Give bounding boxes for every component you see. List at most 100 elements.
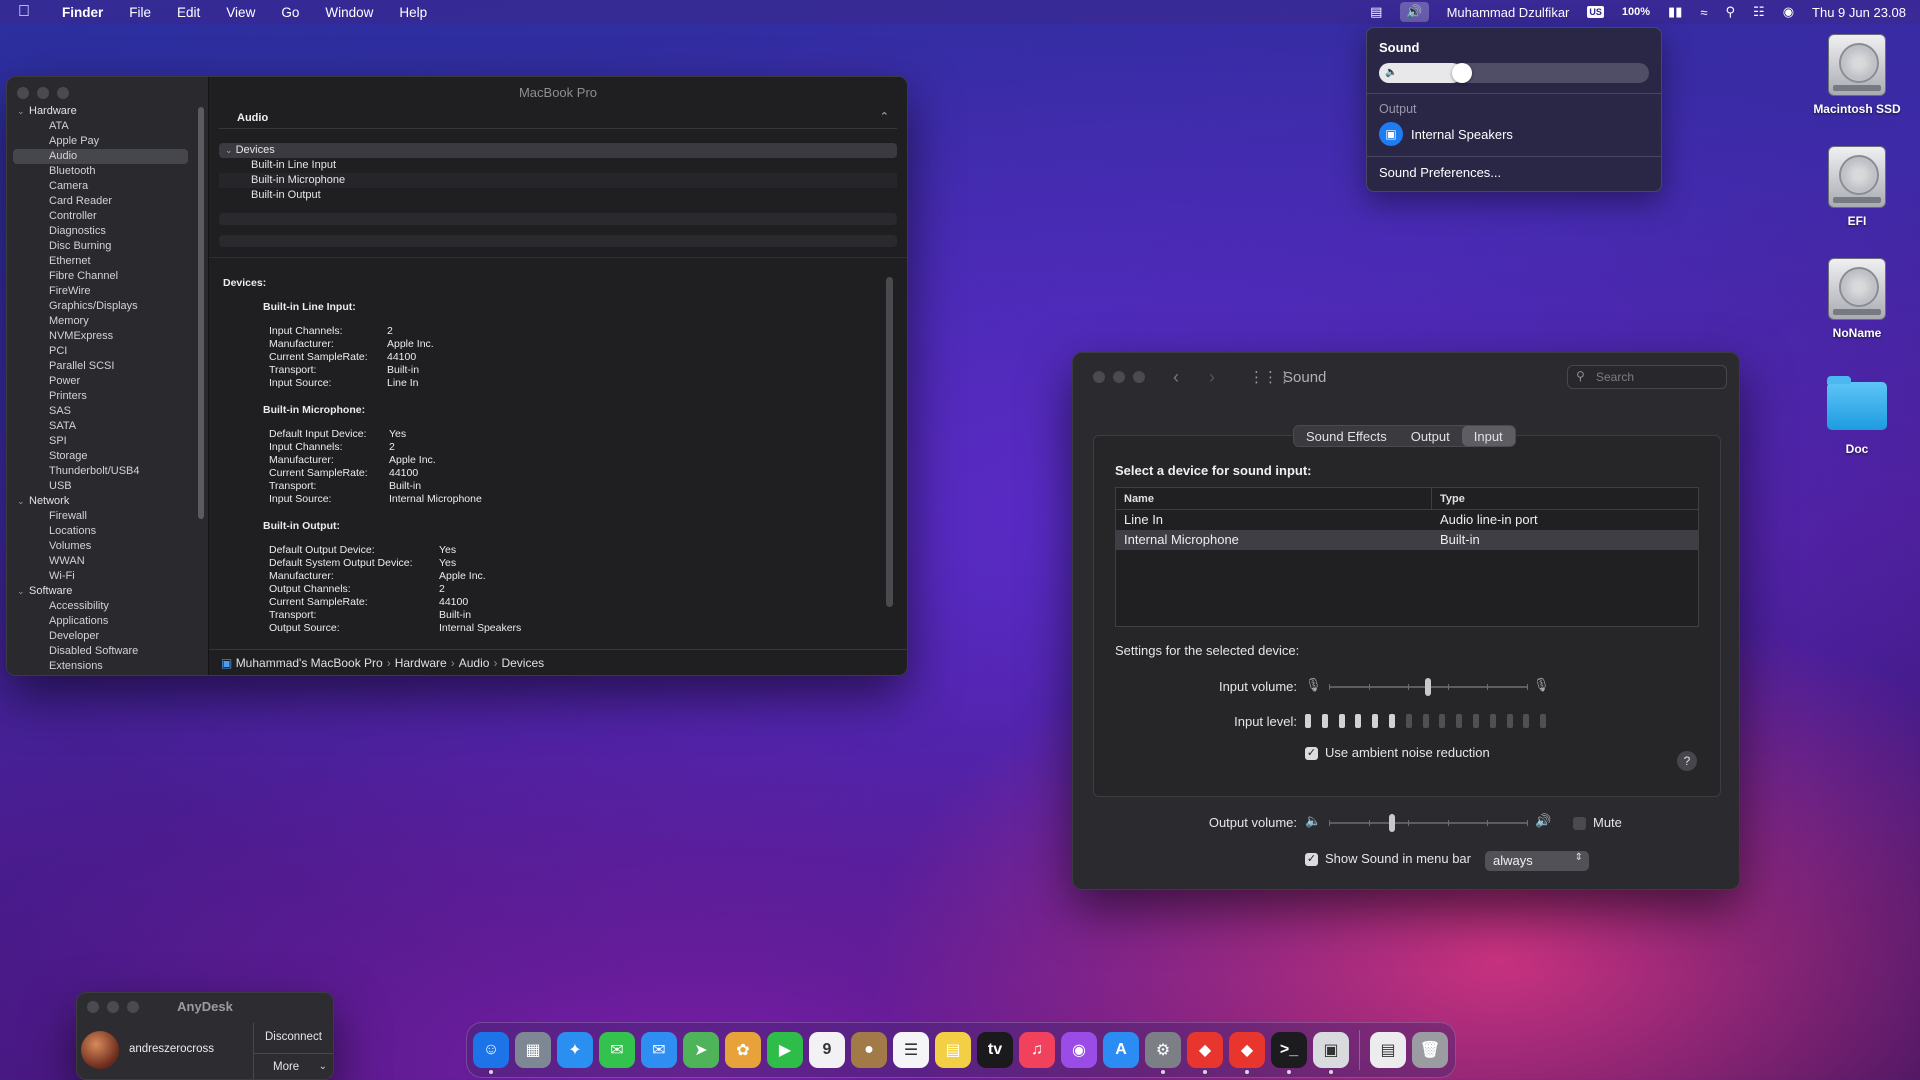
sidebar-item-usb[interactable]: USB (7, 479, 194, 494)
podcasts-icon[interactable]: ◉ (1061, 1032, 1097, 1068)
sidebar-item-disabled-software[interactable]: Disabled Software (7, 644, 194, 659)
sidebar-item-bluetooth[interactable]: Bluetooth (7, 164, 194, 179)
close-button[interactable] (17, 87, 29, 99)
menubar-visibility-select[interactable]: always ⇕ (1485, 851, 1589, 871)
sidebar-item-sas[interactable]: SAS (7, 404, 194, 419)
sidebar-item-pci[interactable]: PCI (7, 344, 194, 359)
mute-checkbox[interactable] (1573, 817, 1586, 830)
chevron-down-icon[interactable]: ⌄ (17, 104, 29, 119)
photos-icon[interactable]: ✿ (725, 1032, 761, 1068)
sidebar-item-apple-pay[interactable]: Apple Pay (7, 134, 194, 149)
contacts-icon[interactable]: ● (851, 1032, 887, 1068)
sidebar-item-audio[interactable]: Audio (13, 149, 188, 164)
facetime-icon[interactable]: ▶ (767, 1032, 803, 1068)
document-icon[interactable]: ▤ (1370, 1032, 1406, 1068)
sidebar-item-locations[interactable]: Locations (7, 524, 194, 539)
menu-help[interactable]: Help (399, 5, 427, 20)
detail-scrollbar[interactable] (886, 277, 893, 607)
sidebar-item-firewall[interactable]: Firewall (7, 509, 194, 524)
menu-window[interactable]: Window (325, 5, 373, 20)
launchpad-icon[interactable]: ▦ (515, 1032, 551, 1068)
show-in-menubar-checkbox[interactable]: ✓ (1305, 853, 1318, 866)
table-row[interactable]: Line In Audio line-in port (1116, 510, 1698, 530)
tree-item[interactable]: Built-in Output (219, 188, 897, 203)
breadcrumb-item[interactable]: Muhammad's MacBook Pro (236, 656, 383, 670)
volume-slider-knob[interactable] (1451, 63, 1472, 83)
user-name-menu[interactable]: Muhammad Dzulfikar (1447, 5, 1570, 20)
menu-file[interactable]: File (129, 5, 151, 20)
sidebar-item-extensions[interactable]: Extensions (7, 659, 194, 674)
sound-preferences-link[interactable]: Sound Preferences... (1379, 165, 1649, 180)
disconnect-button[interactable]: Disconnect (265, 1031, 322, 1043)
spotlight-search-icon[interactable]: ⚲ (1726, 4, 1736, 20)
sidebar-group-network[interactable]: ⌄ Network (7, 494, 194, 509)
chevron-down-icon[interactable]: ⌄ (319, 1061, 327, 1072)
forward-chevron-icon[interactable]: › (1209, 367, 1215, 388)
back-chevron-icon[interactable]: ‹ (1173, 367, 1179, 388)
split-view-divider[interactable] (209, 257, 907, 265)
breadcrumb-item[interactable]: Devices (501, 656, 544, 670)
menu-edit[interactable]: Edit (177, 5, 200, 20)
sidebar-item-applications[interactable]: Applications (7, 614, 194, 629)
sidebar-item-disc-burning[interactable]: Disc Burning (7, 239, 194, 254)
sidebar-item-firewire[interactable]: FireWire (7, 284, 194, 299)
column-header-name[interactable]: Name (1116, 488, 1432, 509)
desktop-icon-doc[interactable]: Doc (1792, 376, 1920, 456)
sound-menu-icon[interactable]: 🔊 (1400, 2, 1429, 22)
sidebar-item-volumes[interactable]: Volumes (7, 539, 194, 554)
maps-icon[interactable]: ➤ (683, 1032, 719, 1068)
clock[interactable]: Thu 9 Jun 23.08 (1812, 5, 1906, 20)
tree-item[interactable]: Built-in Line Input (219, 158, 897, 173)
sidebar-item-controller[interactable]: Controller (7, 209, 194, 224)
mail-icon[interactable]: ✉ (641, 1032, 677, 1068)
column-header-type[interactable]: Type (1432, 488, 1465, 509)
trash-icon[interactable]: 🗑 (1412, 1032, 1448, 1068)
calendar-icon[interactable]: 9 (809, 1032, 845, 1068)
slider-knob[interactable] (1425, 678, 1431, 696)
sidebar-item-memory[interactable]: Memory (7, 314, 194, 329)
sidebar-item-wi-fi[interactable]: Wi-Fi (7, 569, 194, 584)
desktop-icon-noname[interactable]: NoName (1792, 258, 1920, 340)
sidebar-item-developer[interactable]: Developer (7, 629, 194, 644)
search-input[interactable]: ⚲ Search (1567, 365, 1727, 389)
sidebar-scrollbar[interactable] (198, 107, 204, 519)
sidebar-item-nvmexpress[interactable]: NVMExpress (7, 329, 194, 344)
activity-monitor-icon[interactable]: ▤ (1370, 4, 1382, 20)
battery-icon[interactable]: ▮▮ (1668, 4, 1682, 20)
finder-icon[interactable]: ☺ (473, 1032, 509, 1074)
sidebar-item-accessibility[interactable]: Accessibility (7, 599, 194, 614)
system-preferences-icon[interactable]: ⚙ (1145, 1032, 1181, 1074)
safari-icon[interactable]: ✦ (557, 1032, 593, 1068)
sidebar-item-camera[interactable]: Camera (7, 179, 194, 194)
sidebar-item-wwan[interactable]: WWAN (7, 554, 194, 569)
sidebar-group-hardware[interactable]: ⌄ Hardware (7, 104, 194, 119)
sidebar-group-software[interactable]: ⌄ Software (7, 584, 194, 599)
sidebar-item-storage[interactable]: Storage (7, 449, 194, 464)
slider-knob[interactable] (1389, 814, 1396, 832)
more-button[interactable]: More (273, 1061, 299, 1073)
sidebar-item-graphics-displays[interactable]: Graphics/Displays (7, 299, 194, 314)
audio-section-header[interactable]: Audio ⌃ (219, 107, 897, 129)
sidebar-item-thunderbolt-usb4[interactable]: Thunderbolt/USB4 (7, 464, 194, 479)
anydesk-icon[interactable]: ◆ (1187, 1032, 1223, 1074)
desktop-icon-macintosh-ssd[interactable]: Macintosh SSD (1792, 34, 1920, 116)
notes-icon[interactable]: ▤ (935, 1032, 971, 1068)
siri-icon[interactable]: ◉ (1783, 4, 1794, 20)
chevron-down-icon[interactable]: ⌄ (17, 494, 29, 509)
input-source-icon[interactable]: US (1587, 6, 1604, 18)
desktop-icon-efi[interactable]: EFI (1792, 146, 1920, 228)
zoom-button[interactable] (57, 87, 69, 99)
sidebar-item-sata[interactable]: SATA (7, 419, 194, 434)
app-store-icon[interactable]: A (1103, 1032, 1139, 1068)
sidebar-item-diagnostics[interactable]: Diagnostics (7, 224, 194, 239)
chevron-up-icon[interactable]: ⌃ (880, 110, 889, 123)
tree-group-devices[interactable]: ⌄ Devices (219, 143, 897, 158)
reminders-icon[interactable]: ☰ (893, 1032, 929, 1068)
app-menu-finder[interactable]: Finder (62, 5, 103, 20)
table-row-selected[interactable]: Internal Microphone Built-in (1116, 530, 1698, 550)
tab-sound-effects[interactable]: Sound Effects (1294, 426, 1399, 446)
control-center-icon[interactable]: ☷ (1753, 4, 1765, 20)
ambient-noise-checkbox[interactable]: ✓ (1305, 747, 1318, 760)
output-device-item[interactable]: ▣ Internal Speakers (1379, 122, 1649, 146)
tab-input[interactable]: Input (1461, 426, 1515, 446)
